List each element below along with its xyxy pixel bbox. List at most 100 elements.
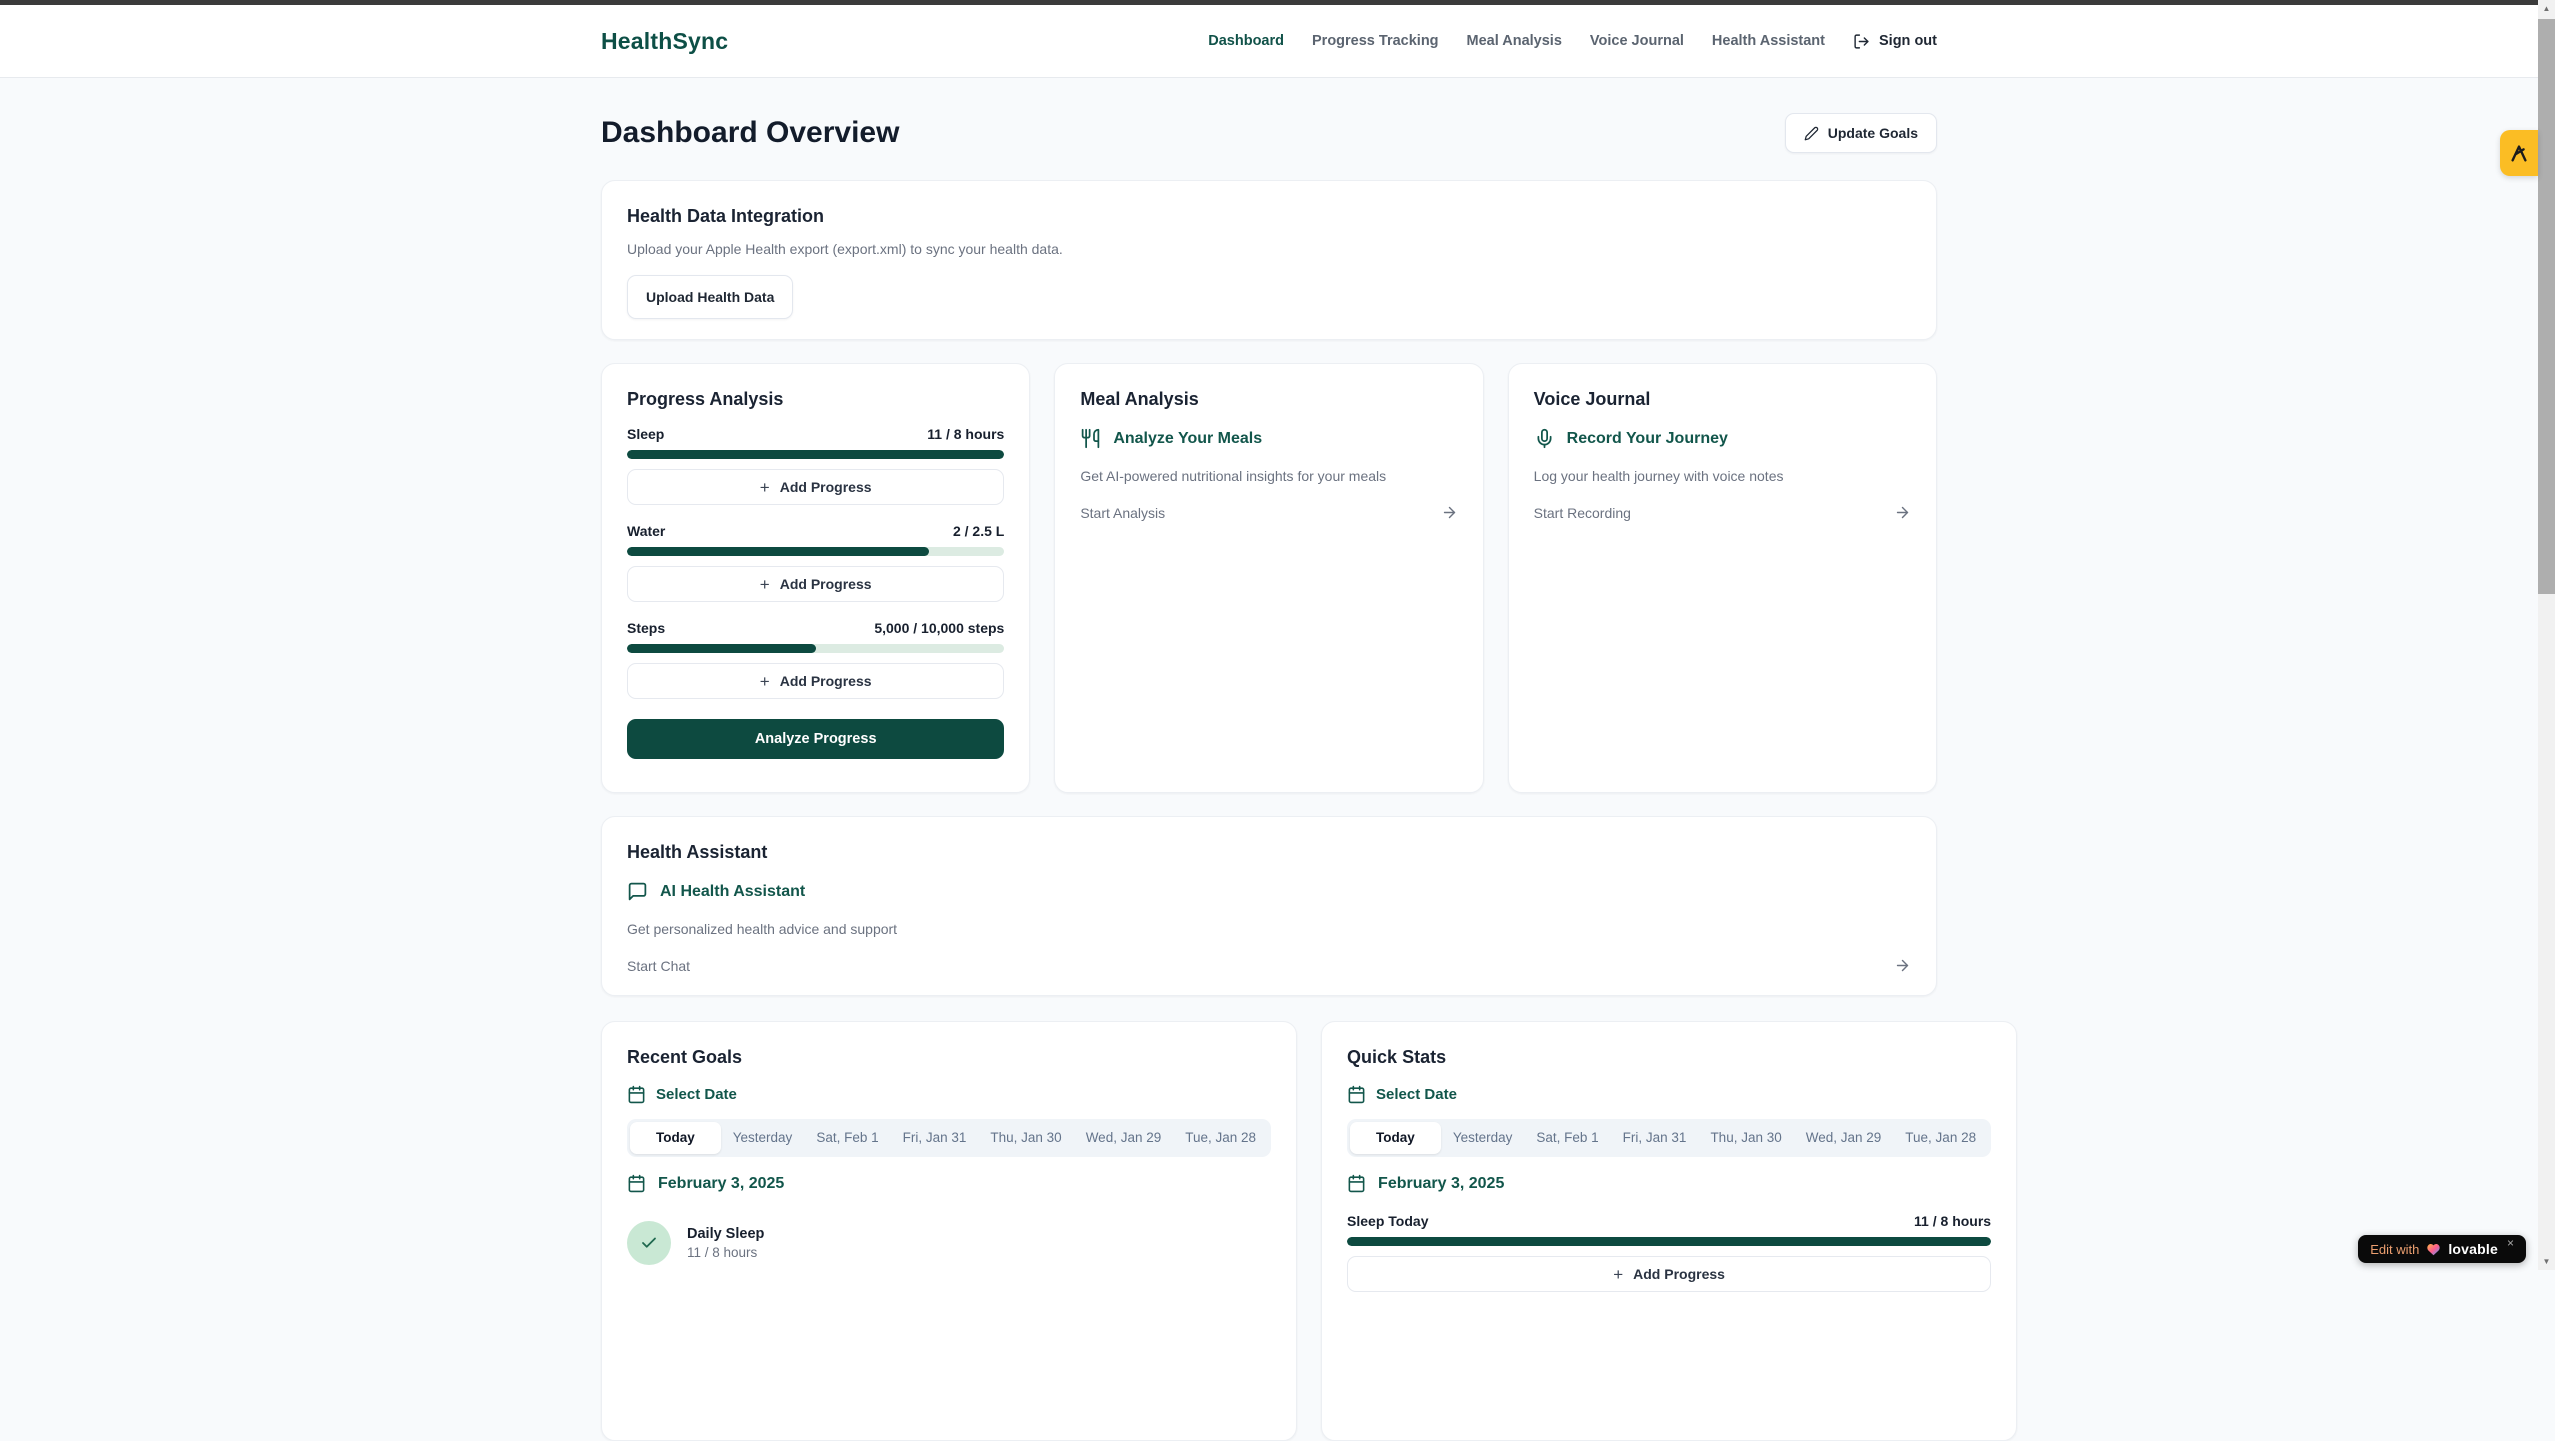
utensils-icon <box>1080 428 1101 449</box>
nav-item-voice-journal[interactable]: Voice Journal <box>1590 33 1684 49</box>
health-assistant-card: Health Assistant AI Health Assistant Get… <box>601 816 1937 996</box>
metric-sleep-value: 11 / 8 hours <box>927 426 1004 442</box>
lovable-label: lovable <box>2448 1241 2498 1257</box>
start-chat-action[interactable]: Start Chat <box>627 957 1911 974</box>
metric-water-label: Water <box>627 523 665 539</box>
ai-health-assistant-link[interactable]: AI Health Assistant <box>627 881 1911 902</box>
tab-wed-jan-29[interactable]: Wed, Jan 29 <box>1074 1122 1174 1154</box>
tab-tue-jan-28[interactable]: Tue, Jan 28 <box>1893 1122 1988 1154</box>
recent-goals-title: Recent Goals <box>627 1047 1271 1068</box>
calendar-icon <box>627 1085 646 1104</box>
meal-analysis-title: Meal Analysis <box>1080 389 1457 410</box>
add-progress-label: Add Progress <box>780 479 872 495</box>
select-date-label: Select Date <box>656 1086 737 1103</box>
health-data-description: Upload your Apple Health export (export.… <box>627 241 1911 257</box>
tab-yesterday[interactable]: Yesterday <box>721 1122 805 1154</box>
water-progress-bar <box>627 547 1004 556</box>
plus-icon: + <box>760 479 770 496</box>
tab-thu-jan-30[interactable]: Thu, Jan 30 <box>978 1122 1073 1154</box>
check-circle-icon <box>627 1221 671 1265</box>
meal-analysis-card: Meal Analysis Analyze Your Meals Get AI-… <box>1054 363 1483 793</box>
calendar-icon <box>1347 1174 1366 1193</box>
health-data-title: Health Data Integration <box>627 206 1911 227</box>
start-recording-action[interactable]: Start Recording <box>1534 504 1911 521</box>
tab-yesterday[interactable]: Yesterday <box>1441 1122 1525 1154</box>
sleep-today-progress-bar <box>1347 1237 1991 1246</box>
edit-with-label: Edit with <box>2370 1242 2419 1257</box>
tab-sat-feb-1[interactable]: Sat, Feb 1 <box>804 1122 890 1154</box>
pencil-icon <box>1804 126 1819 141</box>
start-analysis-action[interactable]: Start Analysis <box>1080 504 1457 521</box>
upload-health-data-button[interactable]: Upload Health Data <box>627 275 793 319</box>
scrollbar-down-arrow[interactable]: ▼ <box>2538 1253 2555 1270</box>
add-progress-label: Add Progress <box>780 673 872 689</box>
metric-water: Water 2 / 2.5 L + Add Progress <box>627 523 1004 602</box>
add-progress-quick-stats-button[interactable]: + Add Progress <box>1347 1256 1991 1292</box>
goal-name: Daily Sleep <box>687 1226 764 1242</box>
log-out-icon <box>1853 33 1870 50</box>
arrow-right-icon <box>1894 957 1911 974</box>
nav-item-health-assistant[interactable]: Health Assistant <box>1712 33 1825 49</box>
analyze-progress-button[interactable]: Analyze Progress <box>627 719 1004 759</box>
microphone-icon <box>1534 428 1555 449</box>
metric-sleep-today: Sleep Today 11 / 8 hours + Add Progress <box>1347 1213 1991 1292</box>
voice-journal-title: Voice Journal <box>1534 389 1911 410</box>
tab-tue-jan-28[interactable]: Tue, Jan 28 <box>1173 1122 1268 1154</box>
arrow-right-icon <box>1894 504 1911 521</box>
update-goals-button[interactable]: Update Goals <box>1785 113 1937 153</box>
tab-sat-feb-1[interactable]: Sat, Feb 1 <box>1524 1122 1610 1154</box>
meal-analysis-description: Get AI-powered nutritional insights for … <box>1080 468 1457 484</box>
update-goals-label: Update Goals <box>1828 125 1918 141</box>
close-icon[interactable]: × <box>2507 1236 2514 1250</box>
recent-goals-card: Recent Goals Select Date Today Yesterday… <box>601 1021 1297 1441</box>
nav-item-progress-tracking[interactable]: Progress Tracking <box>1312 33 1439 49</box>
goal-value: 11 / 8 hours <box>687 1245 764 1260</box>
sign-out-button[interactable]: Sign out <box>1853 33 1937 50</box>
quick-stats-card: Quick Stats Select Date Today Yesterday … <box>1321 1021 2017 1441</box>
scrollbar[interactable]: ▲ ▼ <box>2538 0 2555 1270</box>
metric-water-value: 2 / 2.5 L <box>953 523 1004 539</box>
metric-sleep-label: Sleep <box>627 426 664 442</box>
page-title: Dashboard Overview <box>601 116 899 150</box>
select-date-label: Select Date <box>1376 1086 1457 1103</box>
analyze-your-meals-label: Analyze Your Meals <box>1113 430 1262 448</box>
feedback-side-tab[interactable] <box>2500 130 2538 176</box>
tab-thu-jan-30[interactable]: Thu, Jan 30 <box>1698 1122 1793 1154</box>
quick-stats-select-date[interactable]: Select Date <box>1347 1085 1991 1104</box>
plus-icon: + <box>760 576 770 593</box>
scrollbar-thumb[interactable] <box>2538 19 2555 594</box>
metric-steps-label: Steps <box>627 620 665 636</box>
voice-journal-description: Log your health journey with voice notes <box>1534 468 1911 484</box>
arrow-right-icon <box>1441 504 1458 521</box>
scrollbar-up-arrow[interactable]: ▲ <box>2538 0 2555 17</box>
recent-goals-select-date[interactable]: Select Date <box>627 1085 1271 1104</box>
nav-item-meal-analysis[interactable]: Meal Analysis <box>1467 33 1562 49</box>
nav-item-dashboard[interactable]: Dashboard <box>1208 33 1284 49</box>
header: HealthSync Dashboard Progress Tracking M… <box>0 5 2538 78</box>
add-progress-sleep-button[interactable]: + Add Progress <box>627 469 1004 505</box>
steps-progress-bar <box>627 644 1004 653</box>
app-page: HealthSync Dashboard Progress Tracking M… <box>0 0 2538 1441</box>
start-recording-label: Start Recording <box>1534 505 1631 521</box>
health-assistant-title: Health Assistant <box>627 842 1911 863</box>
plus-icon: + <box>1613 1266 1623 1283</box>
start-chat-label: Start Chat <box>627 958 690 974</box>
tab-fri-jan-31[interactable]: Fri, Jan 31 <box>1611 1122 1699 1154</box>
tab-today[interactable]: Today <box>630 1122 721 1154</box>
tab-wed-jan-29[interactable]: Wed, Jan 29 <box>1794 1122 1894 1154</box>
tab-fri-jan-31[interactable]: Fri, Jan 31 <box>891 1122 979 1154</box>
goal-item-daily-sleep: Daily Sleep 11 / 8 hours <box>627 1221 1271 1265</box>
sign-out-label: Sign out <box>1879 33 1937 49</box>
add-progress-water-button[interactable]: + Add Progress <box>627 566 1004 602</box>
voice-journal-card: Voice Journal Record Your Journey Log yo… <box>1508 363 1937 793</box>
health-assistant-description: Get personalized health advice and suppo… <box>627 921 1911 937</box>
edit-with-lovable-badge[interactable]: Edit with lovable × <box>2358 1235 2526 1263</box>
tab-today[interactable]: Today <box>1350 1122 1441 1154</box>
quick-stats-current-date[interactable]: February 3, 2025 <box>1347 1174 1991 1193</box>
analyze-your-meals-link[interactable]: Analyze Your Meals <box>1080 428 1457 449</box>
record-your-journey-link[interactable]: Record Your Journey <box>1534 428 1911 449</box>
add-progress-steps-button[interactable]: + Add Progress <box>627 663 1004 699</box>
add-progress-label: Add Progress <box>1633 1266 1725 1282</box>
brand-logo[interactable]: HealthSync <box>601 28 728 55</box>
recent-goals-current-date[interactable]: February 3, 2025 <box>627 1174 1271 1193</box>
